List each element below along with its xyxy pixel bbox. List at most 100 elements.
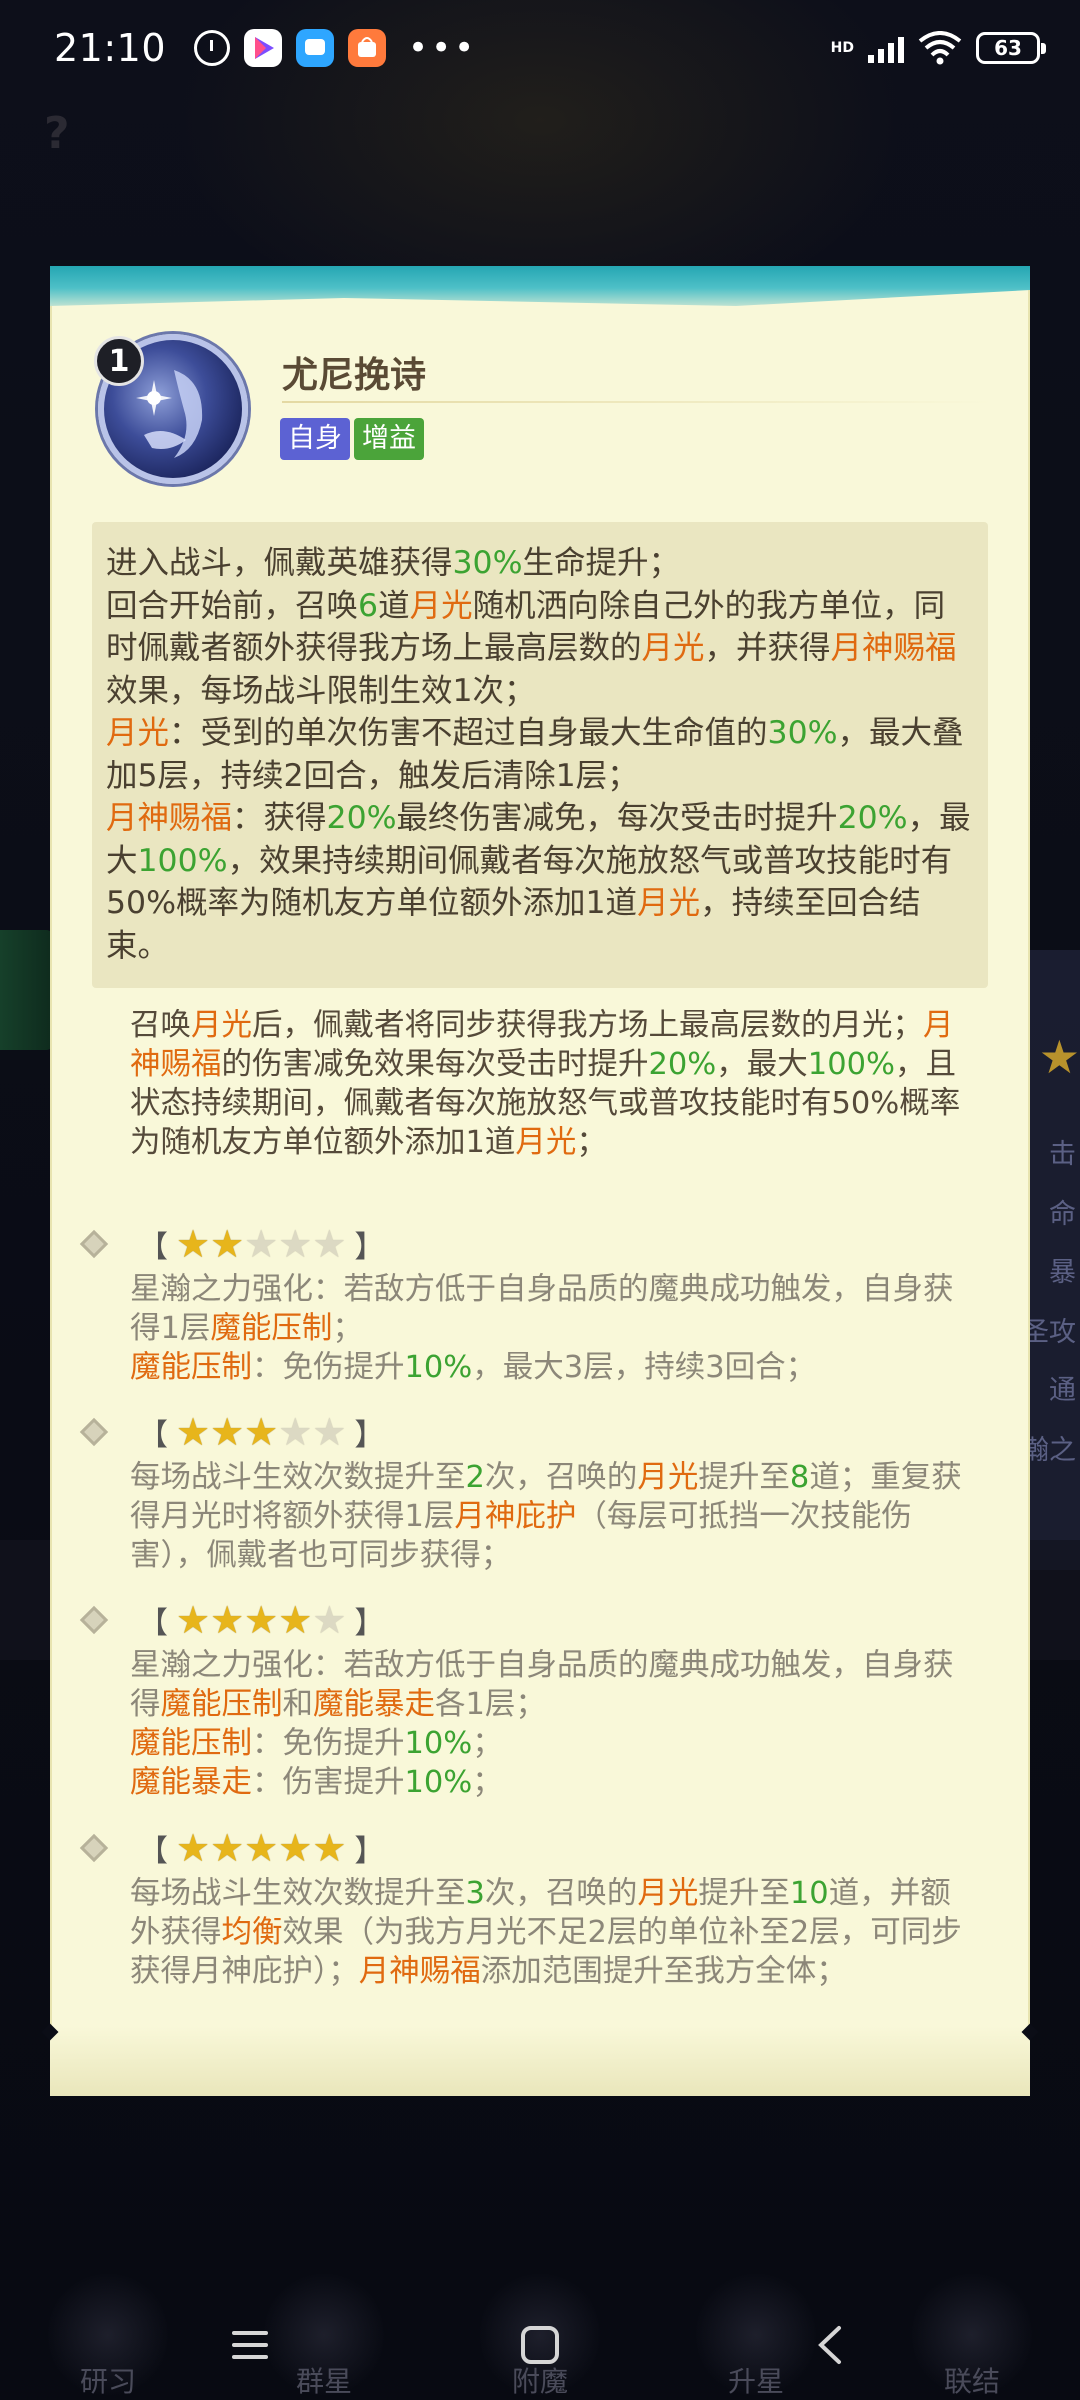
star-empty-icon: ★ — [312, 1598, 347, 1642]
number-highlight: 2 — [465, 1460, 485, 1495]
keyword-highlight: 月神庇护 — [454, 1499, 577, 1534]
star-filled-icon: ★ — [278, 1826, 313, 1870]
text-segment: ，并获得 — [704, 630, 831, 666]
menu-button[interactable] — [220, 2315, 280, 2375]
back-button[interactable] — [800, 2315, 860, 2375]
background-stat-label: 击 — [1049, 1139, 1076, 1170]
text-segment: ：获得 — [232, 800, 327, 836]
number-highlight: 10% — [404, 1765, 473, 1800]
text-segment: ，最大3层，持续3回合； — [472, 1350, 817, 1385]
description-paragraph: 回合开始前，召唤6道月光随机洒向除自己外的我方单位，同时佩戴者额外获得我方场上最… — [106, 585, 972, 713]
text-segment: 最终伤害减免，每次受击时提升 — [396, 800, 838, 836]
clock: 21:10 — [54, 26, 167, 70]
card-top-ribbon — [50, 266, 1030, 306]
number-highlight: 20% — [326, 800, 397, 836]
star-empty-icon: ★ — [278, 1222, 313, 1266]
card-bottom-edge — [50, 2026, 1030, 2096]
star-level-line: 每场战斗生效次数提升至2次，召唤的月光提升至8道；重复获得月光时将额外获得1层月… — [130, 1458, 970, 1575]
text-segment: ：免伤提升 — [252, 1350, 405, 1385]
background-stat-label: 暴 — [1049, 1257, 1076, 1288]
star-icon: ★ — [1038, 1030, 1080, 1084]
network-type-label: HD — [830, 40, 854, 56]
number-highlight: 20% — [837, 800, 908, 836]
left-side-tab — [0, 930, 54, 1050]
description-paragraph: 进入战斗，佩戴英雄获得30%生命提升； — [106, 542, 972, 585]
play-store-icon — [244, 29, 283, 67]
star-level-text: 星瀚之力强化：若敌方低于自身品质的魔典成功触发，自身获得魔能压制和魔能暴走各1层… — [130, 1646, 970, 1802]
level-badge: 1 — [94, 336, 144, 386]
diamond-bullet-icon — [79, 1229, 109, 1259]
signal-icon — [868, 33, 904, 63]
text-segment: 召唤 — [130, 1008, 191, 1043]
number-highlight: 10% — [404, 1350, 473, 1385]
keyword-highlight: 月光 — [637, 1460, 699, 1495]
star-empty-icon: ★ — [278, 1410, 313, 1454]
star-level-line: 星瀚之力强化：若敌方低于自身品质的魔典成功触发，自身获得1层魔能压制； — [130, 1270, 970, 1348]
star-level-header: 【★ ★ ★ ★ ★】 — [79, 1598, 392, 1642]
background-stat-label: 圣攻 — [1022, 1317, 1076, 1348]
star-filled-icon: ★ — [210, 1410, 245, 1454]
base-upgrade-text: 召唤月光后，佩戴者将同步获得我方场上最高层数的月光；月神赐福的伤害减免效果每次受… — [130, 1006, 970, 1162]
artifact-title: 尤尼挽诗 — [282, 355, 427, 396]
home-button[interactable] — [510, 2315, 570, 2375]
number-highlight: 8 — [789, 1460, 810, 1495]
star-filled-icon: ★ — [210, 1826, 245, 1870]
diamond-bullet-icon — [79, 1605, 109, 1635]
number-highlight: 100% — [807, 1047, 895, 1082]
keyword-highlight: 月光 — [637, 885, 701, 921]
text-segment: 次，召唤的 — [484, 1460, 638, 1495]
star-empty-icon: ★ — [244, 1222, 279, 1266]
star-filled-icon: ★ — [244, 1826, 279, 1870]
effect-description: 进入战斗，佩戴英雄获得30%生命提升； 回合开始前，召唤6道月光随机洒向除自己外的… — [92, 522, 988, 988]
star-filled-icon: ★ — [244, 1598, 279, 1642]
more-notifications-icon: ••• — [408, 28, 478, 68]
star-level-line: 星瀚之力强化：若敌方低于自身品质的魔典成功触发，自身获得魔能压制和魔能暴走各1层… — [130, 1646, 970, 1724]
help-icon[interactable]: ? — [44, 108, 70, 159]
star-level-text: 每场战斗生效次数提升至3次，召唤的月光提升至10道，并额外获得均衡效果（为我方月… — [130, 1874, 970, 1991]
star-rating: ★ ★ ★ ★ ★ — [176, 1412, 346, 1452]
text-segment: 回合开始前，召唤 — [106, 587, 359, 624]
background-stat-label: 通 — [1049, 1375, 1076, 1406]
keyword-highlight: 月光 — [409, 587, 473, 624]
tag-self: 自身 — [280, 418, 350, 460]
chat-app-icon — [296, 29, 335, 67]
text-segment: 各1层； — [435, 1687, 546, 1722]
number-highlight: 10 — [789, 1876, 829, 1911]
text-segment: 道 — [378, 587, 410, 624]
text-segment: ； — [472, 1726, 503, 1761]
star-level-line: 每场战斗生效次数提升至3次，召唤的月光提升至10道，并额外获得均衡效果（为我方月… — [130, 1874, 970, 1991]
number-highlight: 30% — [452, 545, 523, 581]
star-filled-icon: ★ — [176, 1410, 211, 1454]
keyword-highlight: 魔能压制 — [130, 1350, 252, 1385]
artifact-detail-card: 1 尤尼挽诗 自身 增益 进入战斗，佩戴英雄获得30%生命提升； 回合开始前，召唤… — [41, 266, 1039, 2096]
star-filled-icon: ★ — [312, 1826, 347, 1870]
star-level-header: 【★ ★ ★ ★ ★】 — [79, 1224, 392, 1265]
text-segment: 后，佩戴者将同步获得我方场上最高层数的月光； — [252, 1008, 923, 1043]
text-segment: 效果，每场战斗限制生效1次； — [106, 672, 536, 709]
text-segment: 进入战斗，佩戴英雄获得 — [106, 545, 453, 581]
bracket-close: 】 — [354, 1230, 385, 1265]
star-rating: ★ ★ ★ ★ ★ — [176, 1224, 346, 1264]
number-highlight: 100% — [137, 842, 228, 879]
text-segment: 添加范围提升至我方全体； — [480, 1954, 847, 1989]
star-level-line: 魔能压制：免伤提升10%，最大3层，持续3回合； — [130, 1348, 970, 1387]
number-highlight: 6 — [358, 587, 379, 624]
background-stat-label: 瀚之 — [1022, 1435, 1076, 1466]
keyword-highlight: 月光 — [637, 1876, 699, 1911]
description-paragraph: 月神赐福：获得20%最终伤害减免，每次受击时提升20%，最大100%，效果持续期… — [106, 797, 972, 967]
keyword-highlight: 月神赐福 — [358, 1954, 481, 1989]
bracket-close: 】 — [354, 1418, 385, 1453]
text-segment: 提升至 — [698, 1876, 790, 1911]
title-divider — [282, 401, 992, 403]
text-segment: ； — [472, 1765, 503, 1800]
system-nav-bar — [0, 2290, 1080, 2400]
keyword-highlight: 月光 — [191, 1008, 252, 1043]
star-filled-icon: ★ — [210, 1222, 245, 1266]
text-segment: 和 — [282, 1687, 314, 1722]
text-segment: ，最大 — [716, 1047, 808, 1082]
bracket-close: 】 — [354, 1606, 385, 1641]
diamond-bullet-icon — [79, 1833, 109, 1863]
description-paragraph: 月光：受到的单次伤害不超过自身最大生命值的30%，最大叠加5层，持续2回合，触发… — [106, 712, 972, 797]
bracket-open: 【 — [138, 1418, 168, 1453]
text-segment: 次，召唤的 — [484, 1876, 638, 1911]
